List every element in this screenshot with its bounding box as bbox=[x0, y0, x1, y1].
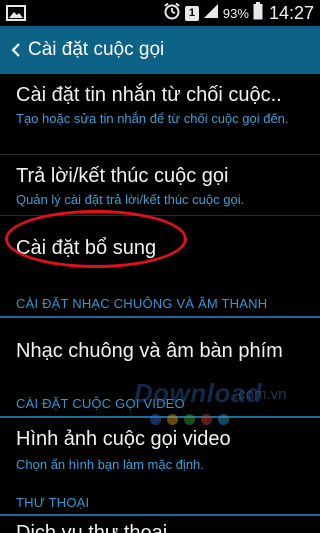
chevron-left-icon bbox=[11, 43, 20, 57]
back-button[interactable] bbox=[0, 26, 26, 74]
watermark-dots bbox=[150, 414, 229, 425]
battery-percent: 93% bbox=[222, 5, 249, 21]
page-title: Cài đặt cuộc gọi bbox=[28, 39, 165, 60]
action-bar: Cài đặt cuộc gọi bbox=[0, 26, 320, 74]
list-item-title: Cài đặt tin nhắn từ chối cuộc.. bbox=[16, 84, 282, 106]
watermark-dot bbox=[201, 414, 212, 425]
alarm-icon bbox=[163, 2, 181, 25]
list-item-voicemail[interactable]: Dịch vụ thư thoại bbox=[0, 516, 320, 533]
list-item-answer-end[interactable]: Trả lời/kết thúc cuộc gọi Quản lý cài đặ… bbox=[0, 155, 320, 215]
image-notification-icon bbox=[6, 5, 26, 26]
signal-icon bbox=[203, 3, 219, 24]
list-item-ringtone[interactable]: Nhạc chuông và âm bàn phím bbox=[0, 318, 320, 380]
list-item-subtitle: Quản lý cài đặt trả lời/kết thúc cuộc gọ… bbox=[16, 192, 245, 207]
battery-icon bbox=[253, 1, 263, 25]
clock: 14:27 bbox=[268, 2, 314, 23]
watermark-dot bbox=[184, 414, 195, 425]
list-item-title: Nhạc chuông và âm bàn phím bbox=[16, 340, 283, 362]
watermark-dot bbox=[167, 414, 178, 425]
watermark-dot bbox=[218, 414, 229, 425]
watermark-dot bbox=[150, 414, 161, 425]
list-item-title: Cài đặt bổ sung bbox=[16, 237, 157, 259]
list-item-reject-messages[interactable]: Cài đặt tin nhắn từ chối cuộc.. Tạo hoặc… bbox=[0, 74, 320, 154]
section-header-ringtone: CÀI ĐẶT NHẠC CHUÔNG VÀ ÂM THANH bbox=[16, 296, 268, 311]
watermark-domain: .com.vn bbox=[234, 386, 287, 403]
list-item-video-image[interactable]: Hình ảnh cuộc gọi video Chọn ẩn hình bạn… bbox=[0, 418, 320, 482]
section-header-voicemail: THƯ THOẠI bbox=[16, 495, 90, 510]
list-item-title: Hình ảnh cuộc gọi video bbox=[16, 428, 231, 450]
list-item-title: Trả lời/kết thúc cuộc gọi bbox=[16, 165, 229, 187]
list-item-additional-settings[interactable]: Cài đặt bổ sung bbox=[0, 216, 320, 290]
list-item-subtitle: Tạo hoặc sửa tin nhắn để từ chối cuộc gọ… bbox=[16, 111, 289, 126]
status-icons: 1 93% 14:27 bbox=[163, 0, 314, 26]
list-item-subtitle: Chọn ẩn hình bạn làm mặc định. bbox=[16, 457, 204, 472]
status-bar: 1 93% 14:27 bbox=[0, 0, 320, 26]
sim-icon: 1 bbox=[184, 5, 199, 21]
list-item-title: Dịch vụ thư thoại bbox=[16, 522, 168, 533]
